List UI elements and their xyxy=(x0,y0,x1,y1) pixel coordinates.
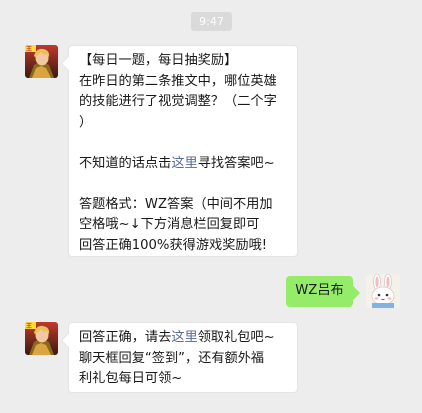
answer-link[interactable]: 这里 xyxy=(171,156,197,171)
hero-game-avatar-icon[interactable]: 王 xyxy=(25,322,58,355)
timestamp-label: 9:47 xyxy=(191,12,232,31)
hero-game-avatar-icon[interactable]: 王 xyxy=(25,45,58,78)
message-text: 在昨日的第二条推文中，哪位英雄 xyxy=(79,73,277,89)
reply-prefix: 回答正确，请去 xyxy=(79,330,172,345)
message-bubble: WZ吕布 xyxy=(286,276,353,307)
message-text: ） xyxy=(79,114,93,130)
message-text: 空格哦~↓下方消息栏回复即可 xyxy=(79,217,260,232)
message-title: 【每日一题，每日抽奖励】 xyxy=(79,53,238,68)
reply-suffix: 领取礼包吧~ xyxy=(197,330,275,345)
message-bubble: 回答正确，请去这里领取礼包吧~ 聊天框回复“签到”，还有额外福 利礼包每日可领~ xyxy=(68,322,298,393)
message-text: 利礼包每日可领~ xyxy=(79,371,183,386)
gift-link[interactable]: 这里 xyxy=(171,330,197,345)
svg-text:王: 王 xyxy=(26,46,32,53)
message-text: 回答正确100%获得游戏奖励哦! xyxy=(79,237,268,253)
message-text: 答题格式：WZ答案（中间不用加 xyxy=(79,196,273,212)
svg-text:王: 王 xyxy=(26,323,32,330)
message-text: 回答正确，请去这里领取礼包吧~ xyxy=(79,328,287,349)
message-text: 不知道的话点击这里寻找答案吧~ xyxy=(79,154,287,175)
message-text: WZ吕布 xyxy=(295,283,344,298)
message-text: 的技能进行了视觉调整？（二个字 xyxy=(79,94,277,109)
message-bubble: 【每日一题，每日抽奖励】 在昨日的第二条推文中，哪位英雄 的技能进行了视觉调整？… xyxy=(68,45,298,257)
message-text: 聊天框回复“签到”，还有额外福 xyxy=(79,350,265,366)
bunny-cartoon-avatar-icon[interactable] xyxy=(366,274,400,308)
hint-suffix: 寻找答案吧~ xyxy=(197,155,275,171)
hint-prefix: 不知道的话点击 xyxy=(79,155,172,171)
